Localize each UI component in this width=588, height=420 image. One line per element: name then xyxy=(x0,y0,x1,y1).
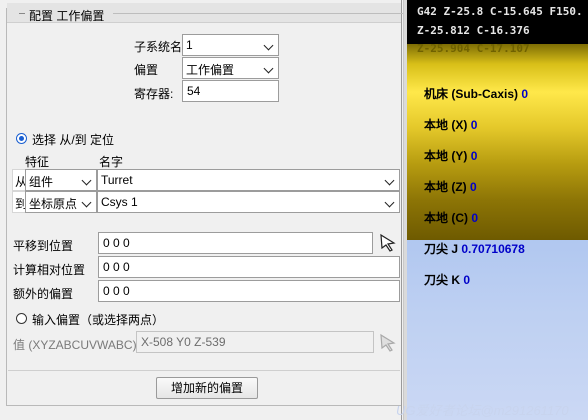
to-row-label: 到 xyxy=(12,191,27,213)
subsystem-value: 1 xyxy=(186,38,193,52)
select-from-to-label: 选择 从/到 定位 xyxy=(32,133,115,147)
add-offset-button[interactable]: 增加新的偏置 xyxy=(156,377,258,399)
translate-label: 平移到位置 xyxy=(13,239,74,253)
value-label: 值 (XYZABCUVWABC): xyxy=(13,338,140,352)
watermark: UG爱好者论坛@m291261170 xyxy=(396,403,569,418)
gcode-line: Z-25.812 C-16.376 xyxy=(417,24,530,37)
group-header-rule xyxy=(113,13,403,14)
extra-offset-label: 额外的偏置 xyxy=(13,287,74,301)
to-feature-select[interactable]: 坐标原点 xyxy=(25,191,97,213)
readout-tip-j: 刀尖 J 0.70710678 xyxy=(424,242,525,256)
select-from-to-radio[interactable] xyxy=(16,133,27,144)
from-name-select[interactable]: Turret xyxy=(97,169,400,191)
from-row-label: 从 xyxy=(12,169,27,191)
chevron-down-icon xyxy=(78,170,96,190)
input-offset-radio[interactable] xyxy=(16,313,27,324)
to-feature-value: 坐标原点 xyxy=(29,197,78,211)
point-select-icon-disabled xyxy=(378,333,398,353)
to-name-value: Csys 1 xyxy=(101,195,138,209)
readout-local-c: 本地 (C) 0 xyxy=(424,211,479,225)
offset-config-panel: 配置 工作偏置 子系统名 1 偏置 工作偏置 寄存器: 54 选择 从/到 定位… xyxy=(0,0,407,420)
readout-tip-k: 刀尖 K 0 xyxy=(424,273,471,287)
calc-relative-input[interactable]: 0 0 0 xyxy=(98,256,400,278)
value-input: X-508 Y0 Z-539 xyxy=(136,331,374,353)
register-label: 寄存器: xyxy=(134,87,174,101)
from-feature-value: 组件 xyxy=(29,175,54,189)
separator xyxy=(8,370,400,371)
to-name-select[interactable]: Csys 1 xyxy=(97,191,400,213)
gcode-line: Z-25.904 C-17.107 xyxy=(417,42,530,55)
panel-border-left xyxy=(6,8,7,406)
extra-offset-input[interactable]: 0 0 0 xyxy=(98,280,400,302)
offset-select[interactable]: 工作偏置 xyxy=(182,57,279,79)
chevron-down-icon xyxy=(381,170,399,190)
chevron-down-icon xyxy=(78,192,96,212)
chevron-down-icon xyxy=(381,192,399,212)
translate-input[interactable]: 0 0 0 xyxy=(98,232,373,254)
point-select-icon[interactable] xyxy=(378,233,398,253)
gcode-line: G42 Z-25.8 C-15.645 F150. xyxy=(417,5,583,18)
readout-local-y: 本地 (Y) 0 xyxy=(424,149,478,163)
panel-border-right xyxy=(401,0,402,420)
graphics-viewport[interactable]: G42 Z-25.8 C-15.645 F150. Z-25.812 C-16.… xyxy=(407,0,588,420)
from-name-value: Turret xyxy=(101,173,133,187)
group-title: 配置 工作偏置 xyxy=(29,9,105,23)
readout-local-z: 本地 (Z) 0 xyxy=(424,180,477,194)
subsystem-label: 子系统名 xyxy=(134,40,183,54)
from-feature-select[interactable]: 组件 xyxy=(25,169,97,191)
name-column-header: 名字 xyxy=(99,155,124,169)
chevron-down-icon xyxy=(260,58,278,78)
readout-machine: 机床 (Sub-Caxis) 0 xyxy=(424,87,529,101)
input-offset-label: 输入偏置（或选择两点） xyxy=(32,313,165,327)
calc-relative-label: 计算相对位置 xyxy=(13,263,86,277)
offset-value: 工作偏置 xyxy=(186,63,235,77)
group-header[interactable]: 配置 工作偏置 xyxy=(7,3,403,23)
subsystem-select[interactable]: 1 xyxy=(182,34,279,56)
feature-column-header: 特征 xyxy=(25,155,50,169)
collapse-icon[interactable] xyxy=(19,13,25,14)
panel-border-bottom xyxy=(6,405,402,406)
readout-local-x: 本地 (X) 0 xyxy=(424,118,478,132)
offset-label: 偏置 xyxy=(134,63,159,77)
register-input[interactable]: 54 xyxy=(182,80,279,102)
chevron-down-icon xyxy=(260,35,278,55)
